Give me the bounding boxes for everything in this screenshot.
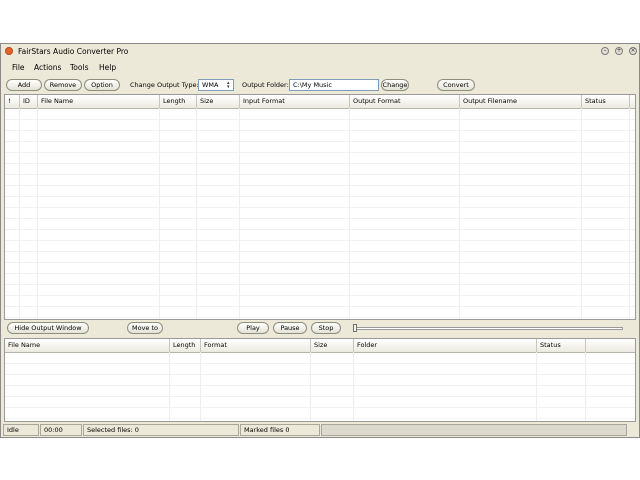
row-gridline [5,141,635,142]
output-type-label: Change Output Type: [130,81,199,89]
row-gridline [5,284,635,285]
column-gridline [536,352,537,421]
add-button[interactable]: Add [6,79,42,91]
column-gridline [239,108,240,319]
hide-output-window-button[interactable]: Hide Output Window [7,322,89,334]
row-gridline [5,196,635,197]
option-button[interactable]: Option [84,79,120,91]
toolbar: Add Remove Option Change Output Type: WM… [1,76,639,94]
row-gridline [5,251,635,252]
status-time: 00:00 [40,424,82,436]
column-gridline [310,352,311,421]
title-bar[interactable]: FairStars Audio Converter Pro – + × [1,44,639,58]
row-gridline [5,407,635,408]
col-out-length[interactable]: Length [170,339,201,352]
column-gridline [159,108,160,319]
row-gridline [5,240,635,241]
row-gridline [5,385,635,386]
app-logo-icon [5,47,13,55]
row-gridline [5,218,635,219]
column-gridline [200,352,201,421]
col-size[interactable]: Size [197,95,240,108]
menu-tools[interactable]: Tools [70,63,88,72]
col-out-format[interactable]: Format [201,339,311,352]
convert-button[interactable]: Convert [437,79,475,91]
change-folder-button[interactable]: Change [381,79,409,91]
column-gridline [629,108,630,319]
remove-button[interactable]: Remove [44,79,82,91]
menu-file[interactable]: File [12,63,25,72]
close-icon[interactable]: × [629,47,637,55]
column-gridline [37,108,38,319]
minimize-icon[interactable]: – [601,47,609,55]
row-gridline [5,396,635,397]
status-marked-files: Marked files 0 [240,424,320,436]
app-window: FairStars Audio Converter Pro – + × File… [0,43,640,438]
row-gridline [5,207,635,208]
maximize-icon[interactable]: + [615,47,623,55]
spinner-icon[interactable]: ▴ ▾ [227,81,232,90]
column-gridline [349,108,350,319]
status-state: Idle [3,424,39,436]
row-gridline [5,119,635,120]
col-flag[interactable]: ! [5,95,20,108]
output-list-table[interactable]: File Name Length Format Size Folder Stat… [4,338,636,422]
file-list-header: ! ID File Name Length Size Input Format … [5,95,635,109]
row-gridline [5,174,635,175]
col-out-folder[interactable]: Folder [354,339,537,352]
move-to-button[interactable]: Move to [127,322,163,334]
col-id[interactable]: ID [20,95,38,108]
row-gridline [5,418,635,419]
output-list-header: File Name Length Format Size Folder Stat… [5,339,635,353]
menu-actions[interactable]: Actions [34,63,61,72]
row-gridline [5,306,635,307]
row-gridline [5,374,635,375]
row-gridline [5,317,635,318]
col-file-name[interactable]: File Name [38,95,160,108]
column-gridline [196,108,197,319]
row-gridline [5,262,635,263]
row-gridline [5,295,635,296]
menu-bar: File Actions Tools Help [1,61,639,75]
column-gridline [169,352,170,421]
output-type-select[interactable]: WMA ▴ ▾ [198,79,234,91]
output-folder-input[interactable]: C:\My Music [289,79,379,91]
row-gridline [5,185,635,186]
col-out-status[interactable]: Status [537,339,586,352]
column-gridline [581,108,582,319]
status-progress [321,424,627,436]
col-output-filename[interactable]: Output Filename [460,95,582,108]
col-out-size[interactable]: Size [311,339,354,352]
stop-button[interactable]: Stop [311,322,341,334]
col-input-format[interactable]: Input Format [240,95,350,108]
playback-slider-track[interactable] [353,327,623,330]
status-selected-files: Selected files: 0 [83,424,239,436]
col-output-format[interactable]: Output Format [350,95,460,108]
pause-button[interactable]: Pause [273,322,307,334]
row-gridline [5,163,635,164]
row-gridline [5,130,635,131]
col-length[interactable]: Length [160,95,197,108]
column-gridline [459,108,460,319]
window-title: FairStars Audio Converter Pro [18,47,129,56]
row-gridline [5,273,635,274]
output-folder-label: Output Folder: [242,81,289,89]
menu-help[interactable]: Help [99,63,116,72]
status-bar: Idle 00:00 Selected files: 0 Marked file… [1,424,639,437]
col-status[interactable]: Status [582,95,630,108]
column-gridline [353,352,354,421]
file-list-table[interactable]: ! ID File Name Length Size Input Format … [4,94,636,320]
row-gridline [5,229,635,230]
col-out-file-name[interactable]: File Name [5,339,170,352]
row-gridline [5,363,635,364]
playback-slider-thumb[interactable] [353,324,357,332]
column-gridline [585,352,586,421]
row-gridline [5,152,635,153]
play-button[interactable]: Play [237,322,269,334]
output-type-value: WMA [202,81,219,89]
column-gridline [19,108,20,319]
